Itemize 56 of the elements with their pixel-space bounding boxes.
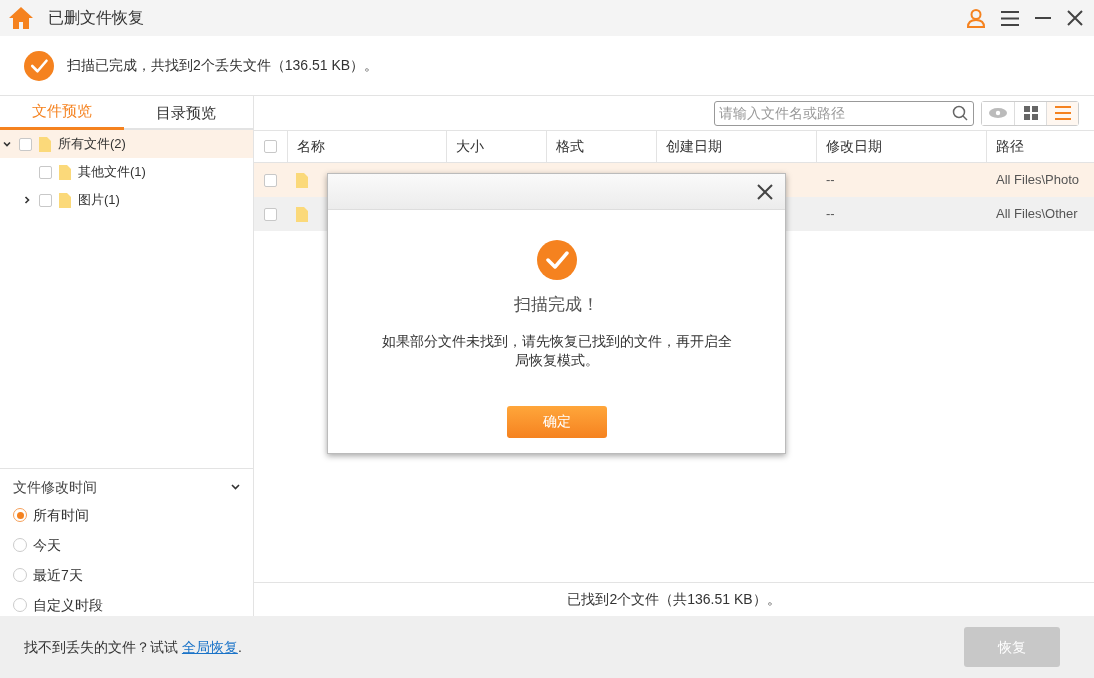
tree-label: 所有文件(2) <box>58 135 126 154</box>
user-icon[interactable] <box>967 8 985 28</box>
close-icon[interactable] <box>1067 10 1083 26</box>
chevron-right-icon[interactable] <box>23 196 31 204</box>
folder-icon <box>296 206 308 222</box>
folder-icon <box>296 172 308 188</box>
checkbox[interactable] <box>264 173 277 187</box>
tab[interactable]: 目录预览 <box>124 96 248 130</box>
tree-label: 其他文件(1) <box>78 163 146 182</box>
tree-label: 图片(1) <box>78 191 120 210</box>
chevron-down-icon[interactable] <box>231 484 240 490</box>
checkbox[interactable] <box>39 165 52 179</box>
tree-item[interactable]: 图片(1) <box>0 186 253 214</box>
checkbox[interactable] <box>264 207 277 221</box>
column-header[interactable]: 名称 <box>287 131 446 162</box>
search-icon[interactable] <box>952 104 968 121</box>
table-cell-text: All Files\Photo <box>995 171 1081 190</box>
list-icon <box>1054 106 1071 120</box>
checkbox[interactable] <box>19 137 32 151</box>
filter-title: 文件修改时间 <box>13 477 97 497</box>
check-icon <box>536 240 577 280</box>
folder-icon <box>59 192 71 208</box>
radio-option[interactable]: 自定义时段 <box>13 590 240 620</box>
column-header[interactable]: 创建日期 <box>656 131 816 162</box>
folder-icon <box>59 164 71 180</box>
folder-icon <box>39 136 51 152</box>
column-header[interactable]: 修改日期 <box>816 131 986 162</box>
menu-icon[interactable] <box>1001 10 1019 26</box>
scan-status: 扫描已完成，共找到2个丢失文件（136.51 KB）。 <box>67 56 379 75</box>
window-title: 已删文件恢复 <box>48 8 144 28</box>
column-header[interactable]: 大小 <box>446 131 546 162</box>
checkbox[interactable] <box>264 140 277 153</box>
dialog-title: 扫描完成！ <box>514 293 599 316</box>
footer-prompt: 找不到丢失的文件？试试 全局恢复. <box>24 637 242 657</box>
dialog-message: 如果部分文件未找到，请先恢复已找到的文件，再开启全局恢复模式。 <box>380 331 733 370</box>
column-header[interactable]: 格式 <box>546 131 656 162</box>
global-recovery-link[interactable]: 全局恢复 <box>181 638 238 655</box>
eye-icon <box>989 108 1007 118</box>
column-header[interactable]: 路径 <box>986 131 1094 162</box>
table-cell-text: -- <box>825 205 836 224</box>
checkbox[interactable] <box>39 193 52 207</box>
home-icon[interactable] <box>9 7 33 29</box>
radio-option[interactable]: 所有时间 <box>13 500 240 530</box>
check-icon <box>24 50 54 81</box>
search-field[interactable]: 请输入文件名或路径 <box>714 100 974 126</box>
table-cell-text: -- <box>825 171 836 190</box>
close-icon[interactable] <box>757 183 773 200</box>
table-cell-text: All Files\Other <box>995 205 1079 224</box>
view-toggle[interactable] <box>1046 101 1078 125</box>
summary-text: 已找到2个文件（共136.51 KB）。 <box>567 590 781 609</box>
tree-item[interactable]: 其他文件(1) <box>0 158 253 186</box>
radio-option[interactable]: 最近7天 <box>13 560 240 590</box>
chevron-down-icon[interactable] <box>3 140 11 148</box>
grid-icon <box>1023 106 1038 120</box>
radio-option[interactable]: 今天 <box>13 530 240 560</box>
tree-item[interactable]: 所有文件(2) <box>0 130 253 158</box>
